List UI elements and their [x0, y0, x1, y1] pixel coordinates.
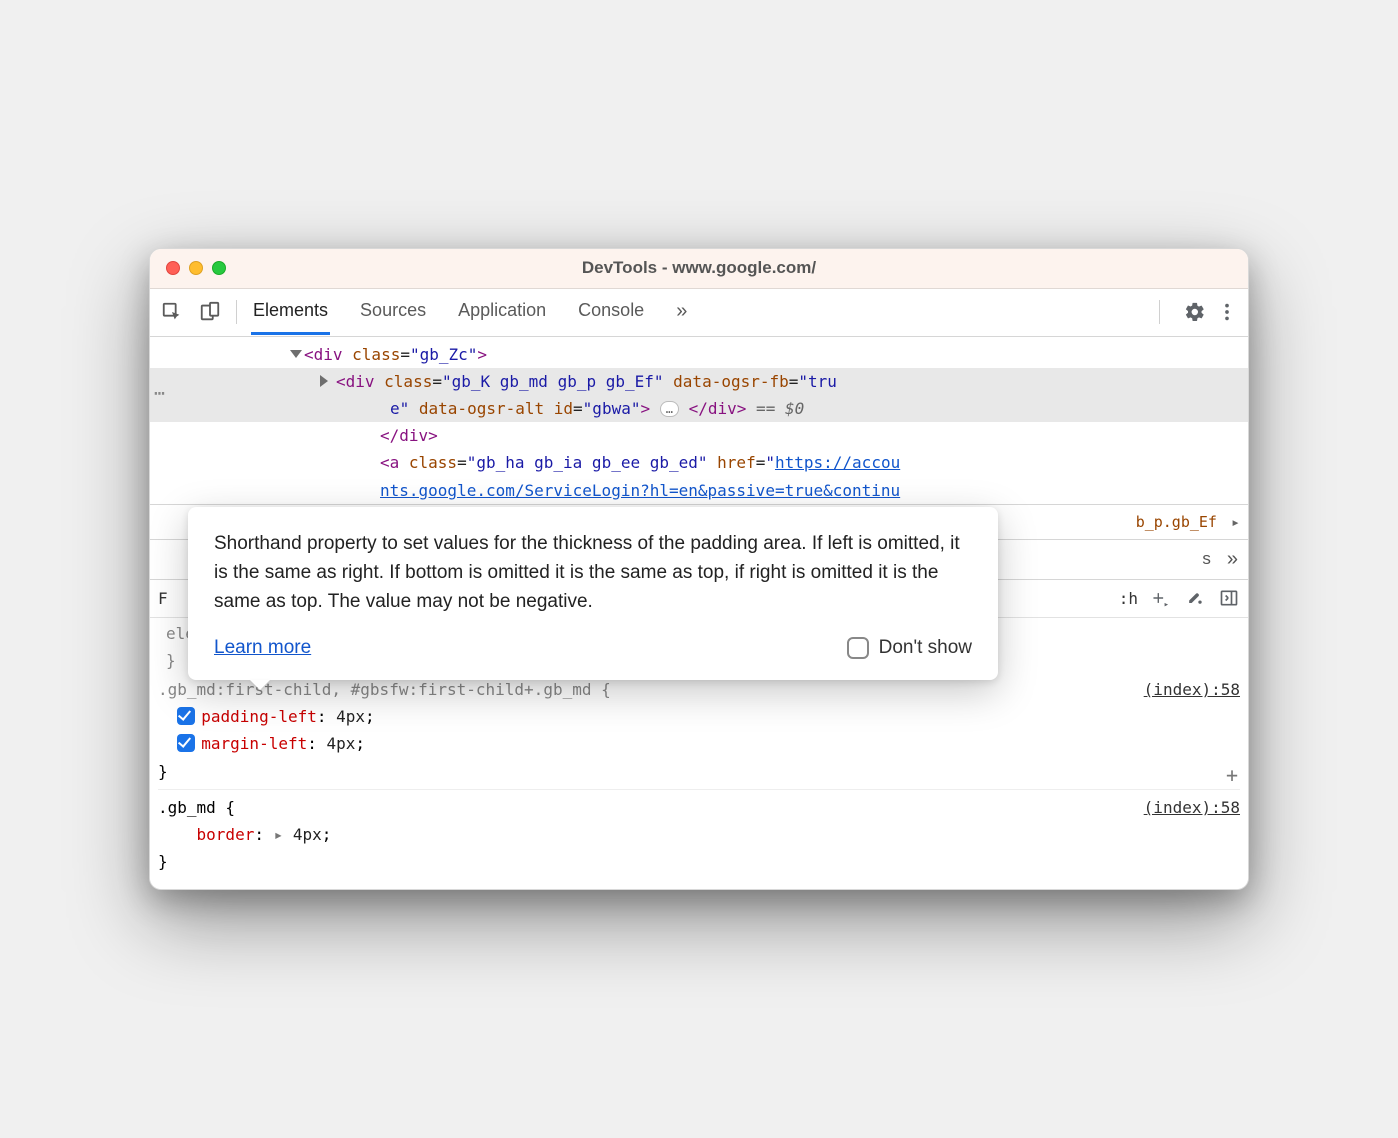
add-rule-icon[interactable]: + [1226, 758, 1238, 792]
breadcrumb-item[interactable]: b_p.gb_Ef [1136, 513, 1217, 531]
css-declaration[interactable]: border: ▸ 4px; [158, 821, 1240, 848]
kebab-menu-icon[interactable] [1216, 301, 1238, 323]
css-declaration[interactable]: margin-left: 4px; [158, 730, 1240, 757]
traffic-lights [166, 261, 226, 275]
devtools-window: DevTools - www.google.com/ Elements Sour… [149, 248, 1249, 891]
css-selector[interactable]: .gb_md { [158, 794, 235, 821]
tooltip-text: Shorthand property to set values for the… [214, 529, 972, 617]
window-title: DevTools - www.google.com/ [150, 258, 1248, 278]
dont-show-label: Don't show [879, 633, 972, 662]
dom-node[interactable]: <a class="gb_ha gb_ia gb_ee gb_ed" href=… [150, 449, 1248, 476]
dom-node-selected-cont[interactable]: e" data-ogsr-alt id="gbwa"> … </div> == … [150, 395, 1248, 422]
minimize-window-button[interactable] [189, 261, 203, 275]
css-rule[interactable]: .gb_md:first-child, #gbsfw:first-child+.… [158, 676, 1240, 785]
subtab-overflow[interactable]: » [1227, 548, 1238, 571]
dom-node[interactable]: nts.google.com/ServiceLogin?hl=en&passiv… [150, 477, 1248, 504]
brace: }+ [158, 758, 1240, 785]
source-link[interactable]: (index):58 [1144, 676, 1240, 703]
filter-input[interactable]: F [158, 589, 168, 608]
separator [1159, 300, 1160, 324]
device-toolbar-icon[interactable] [198, 300, 222, 324]
brace: } [158, 848, 1240, 875]
dom-node[interactable]: <div class="gb_Zc"> [150, 341, 1248, 368]
source-link[interactable]: (index):58 [1144, 794, 1240, 821]
tab-console[interactable]: Console [576, 290, 646, 335]
property-tooltip: Shorthand property to set values for the… [188, 507, 998, 681]
dom-node[interactable]: </div> [150, 422, 1248, 449]
hov-button[interactable]: :h [1119, 589, 1138, 608]
separator [236, 300, 237, 324]
titlebar: DevTools - www.google.com/ [150, 249, 1248, 289]
css-declaration[interactable]: padding-left: 4px; [158, 703, 1240, 730]
inspect-element-icon[interactable] [160, 300, 184, 324]
panel-tabs: Elements Sources Application Console » [251, 290, 689, 335]
close-window-button[interactable] [166, 261, 180, 275]
toggle-sidebar-icon[interactable] [1218, 587, 1240, 609]
learn-more-link[interactable]: Learn more [214, 633, 311, 662]
dom-tree[interactable]: ⋯ <div class="gb_Zc"> <div class="gb_K g… [150, 337, 1248, 504]
tab-sources[interactable]: Sources [358, 290, 428, 335]
tab-elements[interactable]: Elements [251, 290, 330, 335]
plus-icon[interactable]: ▸ [1150, 587, 1172, 609]
collapsed-ellipsis-icon: ⋯ [154, 379, 166, 410]
zoom-window-button[interactable] [212, 261, 226, 275]
obscured-selector: .gb_md:first-child, #gbsfw:first-child+.… [158, 676, 611, 703]
paint-bucket-icon[interactable] [1184, 587, 1206, 609]
tab-application[interactable]: Application [456, 290, 548, 335]
checkbox-icon[interactable] [177, 707, 195, 725]
css-rule[interactable]: .gb_md { (index):58 border: ▸ 4px; } [158, 789, 1240, 876]
chevron-right-icon[interactable]: ▸ [1231, 513, 1240, 531]
checkbox-empty-icon[interactable] [847, 637, 869, 659]
tab-overflow[interactable]: » [674, 290, 689, 335]
main-toolbar: Elements Sources Application Console » [150, 289, 1248, 337]
ellipsis-pill[interactable]: … [660, 401, 679, 417]
dont-show-option[interactable]: Don't show [847, 633, 972, 662]
gear-icon[interactable] [1184, 301, 1206, 323]
checkbox-icon[interactable] [177, 734, 195, 752]
subtab-partial[interactable]: s [1202, 549, 1211, 569]
dom-node-selected[interactable]: <div class="gb_K gb_md gb_p gb_Ef" data-… [150, 368, 1248, 395]
tooltip-tail-icon [250, 680, 270, 690]
